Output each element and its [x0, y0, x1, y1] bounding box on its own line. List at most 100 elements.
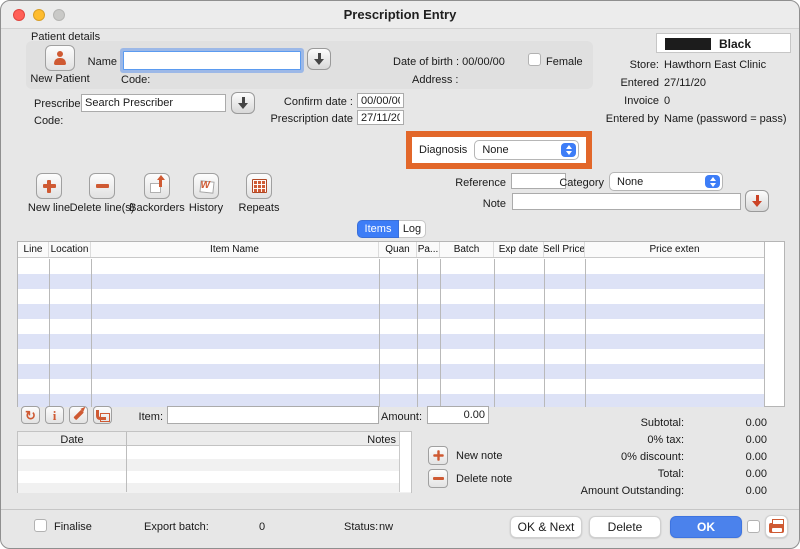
discount-label: 0% discount: [541, 451, 684, 463]
diagnosis-label: Diagnosis [419, 144, 467, 156]
item-label: Item: [131, 411, 163, 423]
history-cards-icon [198, 179, 215, 194]
print-checkbox[interactable] [747, 520, 760, 533]
item-input[interactable] [167, 406, 379, 424]
reference-label: Reference [446, 177, 506, 189]
col-price-exten[interactable]: Price exten [585, 242, 764, 257]
col-exp-date[interactable]: Exp date [494, 242, 544, 257]
amount-outstanding-value: 0.00 [697, 485, 767, 497]
repeats-button[interactable] [246, 173, 272, 199]
column-divider [544, 259, 545, 407]
diagnosis-dropdown[interactable]: None [474, 140, 579, 160]
store-value: Hawthorn East Clinic [664, 59, 766, 71]
new-note-button[interactable] [428, 446, 448, 465]
refresh-button[interactable]: ↻ [21, 406, 40, 424]
arrow-into-box-icon [95, 409, 110, 422]
invoice-label: Invoice [561, 95, 659, 107]
note-input[interactable] [512, 193, 741, 210]
tab-log[interactable]: Log [399, 220, 426, 238]
notes-table-scrollbar[interactable] [399, 432, 411, 492]
total-label: Total: [541, 468, 684, 480]
tab-log-label: Log [403, 223, 421, 235]
backorder-box-arrow-icon [149, 178, 165, 194]
info-button[interactable]: i [45, 406, 64, 424]
col-batch[interactable]: Batch [440, 242, 494, 257]
notes-col-notes[interactable]: Notes [126, 434, 396, 446]
merge-button[interactable] [93, 406, 112, 424]
print-button[interactable] [765, 515, 788, 538]
new-line-button[interactable] [36, 173, 62, 199]
history-button[interactable] [193, 173, 219, 199]
tab-items-label: Items [365, 223, 392, 235]
export-batch-value: 0 [259, 521, 265, 533]
entered-by-label: Entered by [561, 113, 659, 125]
plus-icon [43, 180, 56, 193]
items-table-body[interactable] [18, 259, 764, 407]
female-checkbox[interactable] [528, 53, 541, 66]
status-value: nw [379, 521, 393, 533]
delete-button[interactable]: Delete [589, 516, 661, 538]
down-arrow-icon [238, 97, 248, 110]
color-selector[interactable]: Black [656, 33, 791, 53]
patient-name-input[interactable] [123, 51, 301, 70]
prescriber-search-input[interactable] [81, 94, 226, 112]
col-location[interactable]: Location [49, 242, 91, 257]
color-name: Black [719, 38, 751, 50]
subtotal-label: Subtotal: [541, 417, 684, 429]
diagnosis-highlight-box: Diagnosis None [406, 131, 592, 169]
sync-icon: ↻ [25, 409, 36, 422]
items-table: Line Location Item Name Quan Pa... Batch… [17, 241, 785, 407]
color-swatch [665, 38, 711, 50]
note-expand-button[interactable] [745, 190, 769, 212]
invoice-value: 0 [664, 95, 670, 107]
col-sell-price[interactable]: Sell Price [544, 242, 585, 257]
diagnosis-value: None [482, 144, 508, 156]
amount-input[interactable] [427, 406, 489, 424]
tab-items[interactable]: Items [357, 220, 399, 238]
amount-label: Amount: [377, 411, 422, 423]
category-value: None [617, 176, 643, 188]
delete-lines-button[interactable] [89, 173, 115, 199]
stepper-icon [705, 175, 720, 188]
backorders-button[interactable] [144, 173, 170, 199]
col-quan[interactable]: Quan [379, 242, 417, 257]
person-icon [52, 51, 68, 65]
prescription-date-input[interactable] [357, 110, 404, 125]
new-note-label: New note [456, 450, 502, 462]
notes-table-header: Date Notes [18, 432, 411, 446]
delete-note-button[interactable] [428, 469, 448, 488]
plus-icon [433, 450, 443, 460]
finalise-label: Finalise [54, 521, 92, 533]
minus-icon [96, 184, 109, 188]
col-line[interactable]: Line [18, 242, 49, 257]
ok-button[interactable]: OK [670, 516, 742, 538]
title-bar[interactable]: Prescription Entry [1, 1, 799, 29]
column-divider [49, 259, 50, 407]
confirm-date-label: Confirm date : [271, 96, 353, 108]
notes-table: Date Notes [17, 431, 412, 493]
finalise-checkbox[interactable] [34, 519, 47, 532]
column-divider [417, 259, 418, 407]
printer-icon [769, 523, 784, 533]
ok-next-button[interactable]: OK & Next [510, 516, 582, 538]
confirm-date-input[interactable] [357, 93, 404, 108]
items-table-header: Line Location Item Name Quan Pa... Batch… [18, 242, 764, 258]
items-table-scrollbar[interactable] [764, 242, 784, 406]
repeats-grid-icon [252, 179, 267, 193]
column-divider [585, 259, 586, 407]
note-label: Note [466, 198, 506, 210]
column-divider [126, 432, 127, 492]
delete-label: Delete [608, 520, 643, 534]
patient-name-lookup-button[interactable] [307, 48, 331, 70]
new-patient-label: New Patient [23, 73, 97, 85]
notes-col-date[interactable]: Date [18, 434, 126, 446]
notes-table-body[interactable] [18, 447, 411, 493]
category-dropdown[interactable]: None [609, 172, 723, 191]
col-pack[interactable]: Pa... [417, 242, 440, 257]
edit-note-button[interactable] [69, 406, 88, 424]
ok-next-label: OK & Next [518, 520, 575, 534]
delete-note-label: Delete note [456, 473, 512, 485]
name-label: Name [67, 56, 117, 68]
prescriber-lookup-button[interactable] [231, 92, 255, 114]
col-item-name[interactable]: Item Name [91, 242, 379, 257]
